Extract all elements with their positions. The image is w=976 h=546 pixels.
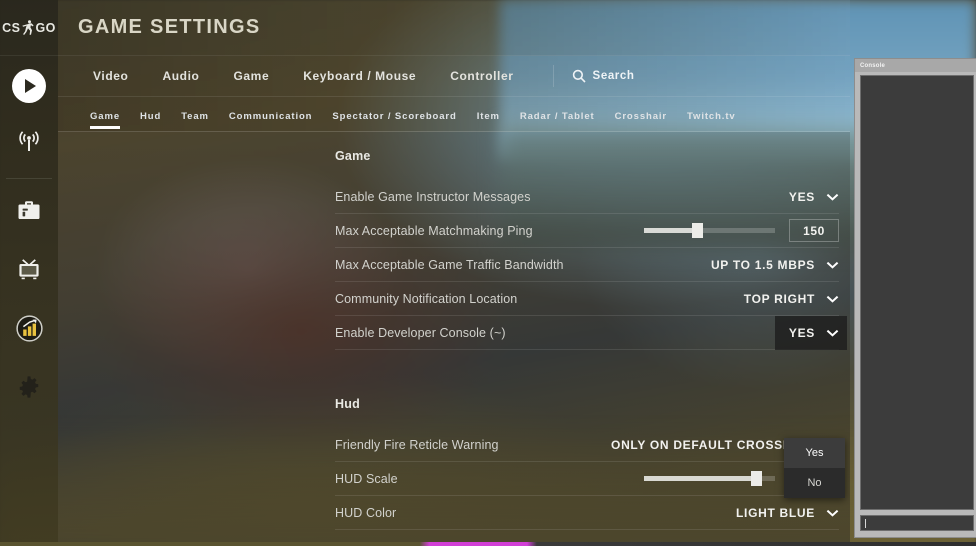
dropdown-option-no[interactable]: No (784, 468, 845, 498)
setting-label: HUD Color (335, 505, 397, 520)
search-label: Search (592, 70, 635, 82)
matchmaking-ping-value[interactable]: 150 (789, 219, 839, 242)
sidebar-item-broadcast[interactable] (0, 115, 58, 174)
slider-knob[interactable] (750, 471, 762, 486)
setting-control-dropdown[interactable]: YES (789, 190, 839, 204)
setting-label: Enable Developer Console (~) (335, 325, 506, 340)
logo-player-icon (21, 19, 35, 36)
setting-row-enable-game-instructor-messages[interactable]: Enable Game Instructor Messages YES (335, 180, 839, 214)
settings-rows-container: Game Enable Game Instructor Messages YES… (58, 132, 850, 543)
subtab-game[interactable]: Game (80, 111, 130, 131)
setting-value: YES (788, 189, 815, 204)
slider-fill (644, 476, 756, 481)
setting-value: TOP RIGHT (743, 291, 815, 306)
setting-label: Friendly Fire Reticle Warning (335, 437, 499, 452)
chevron-down-icon (826, 329, 839, 337)
page-title: GAME SETTINGS (78, 16, 261, 38)
subtab-item[interactable]: Item (467, 111, 510, 131)
setting-value: YES (788, 325, 815, 340)
console-input-field[interactable] (860, 515, 974, 531)
setting-row-enable-developer-console[interactable]: Enable Developer Console (~) YES (335, 315, 847, 350)
logo-text-left: CS (2, 20, 21, 35)
hud-scale-slider[interactable] (644, 469, 775, 489)
watch-icon (16, 257, 42, 286)
sidebar-item-stats[interactable] (0, 301, 58, 360)
section-heading-game: Game (335, 149, 371, 163)
settings-icon (17, 375, 41, 404)
console-title-bar[interactable]: Console (855, 59, 976, 72)
play-icon (12, 68, 46, 103)
subtab-twitch-tv[interactable]: Twitch.tv (677, 111, 746, 131)
developer-console-window[interactable]: Console (854, 58, 976, 538)
setting-label: Community Notification Location (335, 291, 518, 306)
setting-row-max-acceptable-game-traffic-bandwidth[interactable]: Max Acceptable Game Traffic Bandwidth UP… (335, 248, 839, 282)
broadcast-icon (16, 129, 42, 160)
developer-console-dropdown-menu[interactable]: Yes No (784, 438, 845, 498)
setting-control-dropdown[interactable]: UP TO 1.5 MBPS (711, 258, 839, 272)
sidebar-item-settings[interactable] (0, 360, 58, 419)
slider-knob[interactable] (691, 223, 703, 238)
csgo-logo: CS GO (0, 0, 58, 56)
slider-fill (644, 228, 697, 233)
setting-row-friendly-fire-reticle-warning[interactable]: Friendly Fire Reticle Warning ONLY ON DE… (335, 428, 839, 462)
setting-row-max-acceptable-matchmaking-ping[interactable]: Max Acceptable Matchmaking Ping 150 (335, 214, 839, 248)
subtab-hud[interactable]: Hud (130, 111, 171, 131)
setting-control-slider[interactable]: 150 (644, 219, 839, 242)
dropdown-option-yes[interactable]: Yes (784, 438, 845, 468)
rail-divider (6, 178, 52, 179)
setting-row-community-notification-location[interactable]: Community Notification Location TOP RIGH… (335, 282, 839, 316)
chevron-down-icon (826, 509, 839, 517)
stats-icon (15, 314, 43, 347)
chevron-down-icon (826, 261, 839, 269)
subtab-team[interactable]: Team (171, 111, 219, 131)
search-icon (572, 69, 586, 83)
section-heading-hud: Hud (335, 397, 360, 411)
chevron-down-icon (826, 295, 839, 303)
console-title-label: Console (860, 62, 886, 69)
text-caret (865, 518, 866, 528)
setting-control-dropdown-open[interactable]: YES (774, 315, 847, 350)
setting-value: LIGHT BLUE (736, 505, 815, 520)
tab-video[interactable]: Video (76, 69, 145, 83)
inventory-icon (16, 198, 42, 227)
console-output-area (860, 75, 974, 510)
chevron-down-icon (826, 193, 839, 201)
main-tab-bar: Video Audio Game Keyboard / Mouse Contro… (58, 56, 850, 97)
setting-label: Enable Game Instructor Messages (335, 189, 531, 204)
sub-tab-bar: Game Hud Team Communication Spectator / … (58, 97, 850, 132)
tab-controller[interactable]: Controller (433, 69, 530, 83)
tab-keyboard-mouse[interactable]: Keyboard / Mouse (286, 69, 433, 83)
setting-row-hud-scale[interactable]: HUD Scale 0.90 (335, 462, 839, 496)
logo-text-right: GO (35, 20, 56, 35)
setting-value: UP TO 1.5 MBPS (710, 257, 815, 272)
tab-game[interactable]: Game (216, 69, 286, 83)
setting-label: Max Acceptable Matchmaking Ping (335, 223, 533, 238)
tab-audio[interactable]: Audio (145, 69, 216, 83)
main-navigation-rail: CS GO (0, 0, 58, 546)
sidebar-item-play[interactable] (0, 56, 58, 115)
subtab-radar-tablet[interactable]: Radar / Tablet (510, 111, 605, 131)
desktop-taskbar-sliver (0, 542, 976, 546)
subtab-spectator-scoreboard[interactable]: Spectator / Scoreboard (322, 111, 466, 131)
subtab-communication[interactable]: Communication (219, 111, 322, 131)
setting-label: HUD Scale (335, 471, 398, 486)
search-button[interactable]: Search (552, 65, 635, 87)
settings-title-bar: GAME SETTINGS (58, 0, 850, 56)
sidebar-item-inventory[interactable] (0, 183, 58, 242)
subtab-crosshair[interactable]: Crosshair (605, 111, 677, 131)
setting-label: Max Acceptable Game Traffic Bandwidth (335, 257, 564, 272)
setting-row-hud-color[interactable]: HUD Color LIGHT BLUE (335, 496, 839, 530)
game-settings-panel: GAME SETTINGS Video Audio Game Keyboard … (58, 0, 850, 546)
sidebar-item-watch[interactable] (0, 242, 58, 301)
setting-control-dropdown[interactable]: TOP RIGHT (744, 292, 839, 306)
setting-control-dropdown[interactable]: LIGHT BLUE (736, 506, 839, 520)
matchmaking-ping-slider[interactable] (644, 221, 775, 241)
